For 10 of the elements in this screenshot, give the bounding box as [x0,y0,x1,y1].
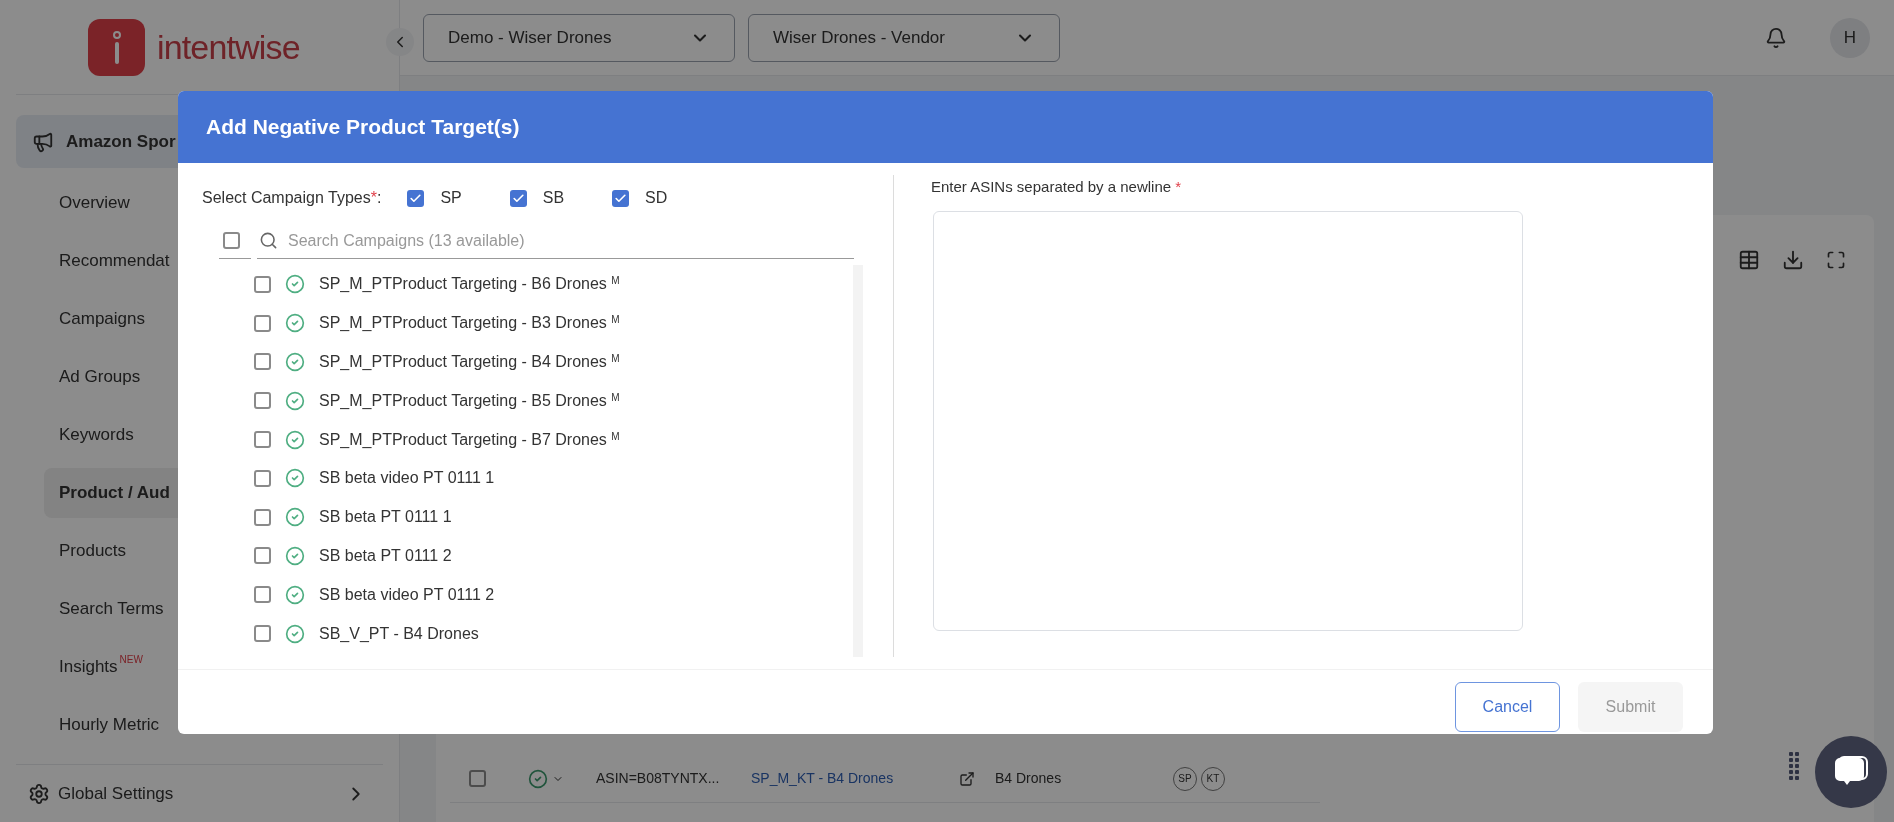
new-label: NEW [119,652,143,667]
checkbox-label: SB [542,188,565,208]
table-cell-text: ASIN=B08TYNTX... [595,769,721,788]
checkbox-label: SP [440,188,462,208]
checkbox-label: SD [645,188,668,208]
table-cell-text: B4 Drones [994,769,1063,788]
modal-title: Add Negative Product Target(s) [206,114,520,141]
logo-text: intentwise [157,26,300,68]
campaign-types-label: Select Campaign Types*: [202,188,382,208]
asins-label: Enter ASINs separated by a newline * [931,177,1183,197]
